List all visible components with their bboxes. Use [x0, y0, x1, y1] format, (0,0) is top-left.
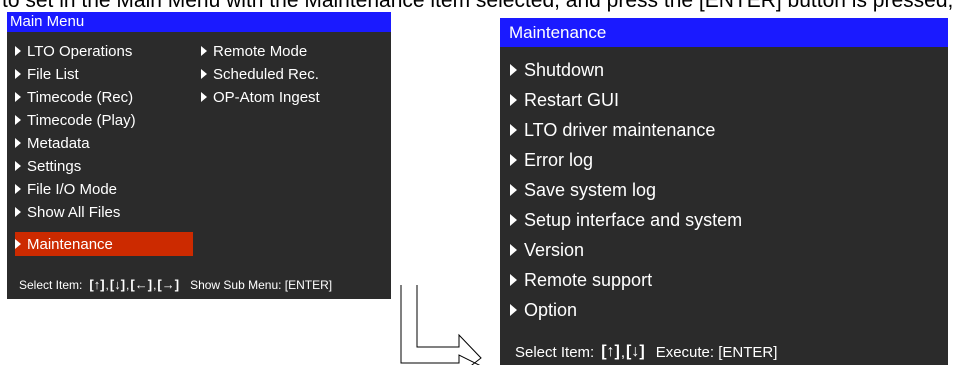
maintenance-title: Maintenance — [500, 18, 948, 47]
menu-item-scheduled-rec[interactable]: Scheduled Rec. — [201, 63, 319, 85]
menu-item-metadata[interactable]: Metadata — [15, 132, 90, 154]
triangle-right-icon — [15, 184, 21, 194]
menu-item-label: Error log — [524, 149, 594, 170]
triangle-right-icon — [201, 69, 207, 79]
triangle-right-icon — [510, 274, 517, 286]
menu-item-label: File List — [27, 65, 79, 83]
menu-item-save-system-log[interactable]: Save system log — [510, 176, 656, 204]
menu-item-file-io-mode[interactable]: File I/O Mode — [15, 178, 117, 200]
execute-label: Execute: [ENTER] — [655, 343, 778, 361]
menu-item-label: Option — [524, 299, 578, 320]
key-down: [↓] — [109, 277, 126, 292]
menu-item-maintenance[interactable]: Maintenance — [15, 232, 193, 256]
triangle-right-icon — [510, 154, 517, 166]
menu-item-setup-interface[interactable]: Setup interface and system — [510, 206, 742, 234]
menu-item-label: Scheduled Rec. — [213, 65, 319, 83]
menu-item-op-atom-ingest[interactable]: OP-Atom Ingest — [201, 86, 320, 108]
menu-item-remote-support[interactable]: Remote support — [510, 266, 652, 294]
menu-item-option[interactable]: Option — [510, 296, 577, 324]
show-sub-menu-label: Show Sub Menu: [ENTER] — [190, 277, 333, 292]
menu-item-file-list[interactable]: File List — [15, 63, 79, 85]
triangle-right-icon — [510, 124, 517, 136]
menu-item-label: Metadata — [27, 134, 90, 152]
select-item-label: Select Item: — [515, 343, 595, 361]
menu-item-remote-mode[interactable]: Remote Mode — [201, 40, 307, 62]
triangle-right-icon — [201, 92, 207, 102]
triangle-right-icon — [201, 46, 207, 56]
main-menu-panel: Main Menu LTO Operations File List Timec… — [7, 12, 391, 299]
menu-item-label: Shutdown — [524, 59, 605, 80]
triangle-right-icon — [510, 94, 517, 106]
menu-item-label: Maintenance — [27, 235, 113, 253]
triangle-right-icon — [15, 92, 21, 102]
menu-item-label: File I/O Mode — [27, 180, 118, 198]
menu-item-error-log[interactable]: Error log — [510, 146, 593, 174]
menu-item-settings[interactable]: Settings — [15, 155, 81, 177]
menu-item-show-all-files[interactable]: Show All Files — [15, 201, 120, 223]
triangle-right-icon — [15, 138, 21, 148]
main-menu-title: Main Menu — [7, 12, 391, 32]
key-left: [←] — [130, 277, 153, 292]
menu-item-label: Settings — [27, 157, 82, 175]
menu-item-timecode-rec[interactable]: Timecode (Rec) — [15, 86, 133, 108]
triangle-right-icon — [15, 69, 21, 79]
menu-item-version[interactable]: Version — [510, 236, 584, 264]
triangle-right-icon — [15, 46, 21, 56]
triangle-right-icon — [15, 115, 21, 125]
menu-item-label: OP-Atom Ingest — [213, 88, 320, 106]
menu-item-label: Save system log — [524, 179, 657, 200]
menu-item-label: Restart GUI — [524, 89, 620, 110]
triangle-right-icon — [510, 304, 517, 316]
key-up: [↑] — [89, 277, 105, 292]
menu-item-label: Version — [524, 239, 585, 260]
main-menu-footer: Select Item: [↑], [↓], [←], [→] Show Sub… — [19, 277, 333, 292]
menu-item-restart-gui[interactable]: Restart GUI — [510, 86, 619, 114]
menu-item-label: Timecode (Play) — [27, 111, 136, 129]
maintenance-panel: Maintenance Shutdown Restart GUI LTO dri… — [500, 18, 948, 365]
menu-item-label: LTO driver maintenance — [524, 119, 716, 140]
cropped-instruction-text: to set in the Main Menu with the Mainten… — [2, 0, 960, 12]
key-down: [↓] — [626, 343, 645, 360]
menu-item-label: Setup interface and system — [524, 209, 743, 230]
triangle-right-icon — [510, 184, 517, 196]
triangle-right-icon — [15, 239, 21, 249]
triangle-right-icon — [510, 64, 517, 76]
menu-item-lto-driver-maintenance[interactable]: LTO driver maintenance — [510, 116, 715, 144]
menu-item-lto-operations[interactable]: LTO Operations — [15, 40, 132, 62]
menu-item-shutdown[interactable]: Shutdown — [510, 56, 604, 84]
menu-item-label: Show All Files — [27, 203, 121, 221]
menu-item-label: Remote Mode — [213, 42, 308, 60]
triangle-right-icon — [510, 214, 517, 226]
maintenance-footer: Select Item: [↑], [↓] Execute: [ENTER] — [515, 343, 778, 361]
triangle-right-icon — [15, 161, 21, 171]
key-up: [↑] — [601, 343, 620, 360]
flow-arrow-icon — [400, 285, 482, 365]
menu-item-label: LTO Operations — [27, 42, 133, 60]
menu-item-label: Remote support — [524, 269, 653, 290]
triangle-right-icon — [15, 207, 21, 217]
menu-item-label: Timecode (Rec) — [27, 88, 134, 106]
menu-item-timecode-play[interactable]: Timecode (Play) — [15, 109, 136, 131]
triangle-right-icon — [510, 244, 517, 256]
select-item-label: Select Item: — [19, 277, 83, 292]
key-right: [→] — [157, 277, 180, 292]
